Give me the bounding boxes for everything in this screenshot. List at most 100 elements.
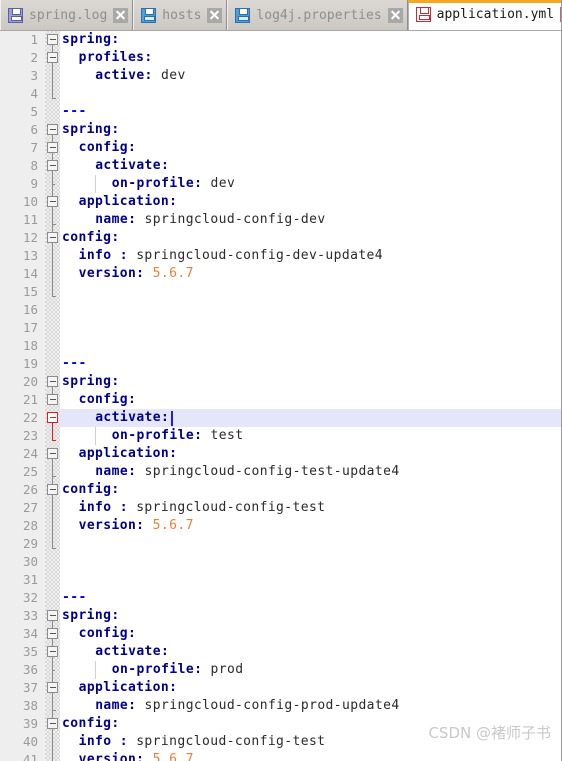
code-line[interactable]: 22 activate: [0,409,561,427]
line-number: 30 [22,554,38,569]
code-line[interactable]: 28 version: 5.6.7 [0,517,561,535]
fold-toggle-icon[interactable] [47,682,58,693]
code-text: application: [79,193,178,211]
code-line[interactable]: 18 [0,337,561,355]
fold-toggle-icon[interactable] [47,196,58,207]
code-token: 5.6.7 [152,752,194,761]
code-line[interactable]: 32 --- [0,589,561,607]
code-line[interactable]: 36 on-profile: prod [0,661,561,679]
code-line[interactable]: 40 info : springcloud-config-test [0,733,561,751]
fold-toggle-icon[interactable] [47,646,58,657]
code-line[interactable]: 34 config: [0,625,561,643]
fold-toggle-icon[interactable] [47,376,58,387]
code-line[interactable]: 33 spring: [0,607,561,625]
line-number: 19 [22,356,38,371]
code-line[interactable]: 23 on-profile: test [0,427,561,445]
code-line[interactable]: 19 --- [0,355,561,373]
code-text: active: dev [95,67,186,85]
fold-toggle-icon[interactable] [47,412,58,423]
code-line[interactable]: 7 config: [0,139,561,157]
code-line[interactable]: 21 config: [0,391,561,409]
code-line[interactable]: 1 spring: [0,31,561,49]
fold-toggle-icon[interactable] [47,124,58,135]
code-line[interactable]: 14 version: 5.6.7 [0,265,561,283]
code-line[interactable]: 26 config: [0,481,561,499]
code-token: dev [152,68,186,83]
code-line[interactable]: 2 profiles: [0,49,561,67]
tab-application-yml[interactable]: application.yml [407,0,561,30]
fold-toggle-icon[interactable] [47,52,58,63]
tab-bar: spring.log hosts log4j.properties applic… [0,0,561,31]
code-line[interactable]: 17 [0,319,561,337]
code-token: info : [78,734,128,749]
code-line[interactable]: 12 config: [0,229,561,247]
code-line[interactable]: 35 activate: [0,643,561,661]
tab-log4j-properties[interactable]: log4j.properties [227,0,408,30]
close-icon[interactable] [207,7,223,23]
code-token: 5.6.7 [152,518,194,533]
line-number: 31 [22,572,38,587]
line-number: 3 [30,68,38,83]
code-line[interactable]: 25 name: springcloud-config-test-update4 [0,463,561,481]
code-token: prod [202,662,244,677]
code-token: on-profile: [111,428,203,443]
code-line[interactable]: 38 name: springcloud-config-prod-update4 [0,697,561,715]
fold-toggle-icon[interactable] [47,160,58,171]
code-token: spring: [62,374,120,389]
code-line[interactable]: 16 [0,301,561,319]
code-line[interactable]: 6 spring: [0,121,561,139]
code-line[interactable]: 30 [0,553,561,571]
code-line[interactable]: 11 name: springcloud-config-dev [0,211,561,229]
fold-toggle-icon[interactable] [47,628,58,639]
tab-hosts[interactable]: hosts [133,0,228,30]
fold-end-marker [52,548,56,549]
fold-toggle-icon[interactable] [47,610,58,621]
code-editor[interactable]: 1 spring: 2 profiles: 3 active: dev 4 5 --- 6 spri… [0,31,561,761]
fold-toggle-icon[interactable] [47,142,58,153]
code-line[interactable]: 39 config: [0,715,561,733]
line-number: 25 [22,464,38,479]
code-lines[interactable]: 1 spring: 2 profiles: 3 active: dev 4 5 --- 6 spri… [0,31,561,761]
code-text: on-profile: prod [112,661,244,679]
code-line[interactable]: 41 version: 5.6.7 [0,751,561,761]
line-number: 34 [22,626,38,641]
code-text: name: springcloud-config-test-update4 [95,463,399,481]
code-line[interactable]: 13 info : springcloud-config-dev-update4 [0,247,561,265]
code-line[interactable]: 5 --- [0,103,561,121]
code-text: name: springcloud-config-dev [95,211,325,229]
close-icon[interactable] [113,7,129,23]
code-line[interactable]: 10 application: [0,193,561,211]
fold-toggle-icon[interactable] [47,232,58,243]
code-text: --- [62,355,87,373]
fold-toggle-icon[interactable] [47,448,58,459]
code-folding-column[interactable] [45,31,60,761]
line-number: 28 [22,518,38,533]
code-line[interactable]: 15 [0,283,561,301]
code-line[interactable]: 24 application: [0,445,561,463]
fold-toggle-icon[interactable] [47,34,58,45]
code-line[interactable]: 3 active: dev [0,67,561,85]
line-number: 8 [30,158,38,173]
save-disk-icon [415,7,431,22]
code-text: version: 5.6.7 [79,265,194,283]
code-token: application: [78,680,178,695]
code-line[interactable]: 27 info : springcloud-config-test [0,499,561,517]
code-text: config: [79,139,137,157]
close-icon[interactable] [387,7,403,23]
fold-toggle-icon[interactable] [47,484,58,495]
code-line[interactable]: 20 spring: [0,373,561,391]
fold-toggle-icon[interactable] [47,394,58,405]
code-line[interactable]: 8 activate: [0,157,561,175]
code-token: version: [78,752,145,761]
code-token: springcloud-config-prod-update4 [136,698,400,713]
tab-spring-log[interactable]: spring.log [0,0,134,30]
fold-toggle-icon[interactable] [47,718,58,729]
code-token: profiles: [78,50,153,65]
fold-connector-line [52,458,53,548]
code-line[interactable]: 29 [0,535,561,553]
line-number: 13 [22,248,38,263]
code-line[interactable]: 9 on-profile: dev [0,175,561,193]
code-line[interactable]: 37 application: [0,679,561,697]
code-line[interactable]: 4 [0,85,561,103]
code-line[interactable]: 31 [0,571,561,589]
